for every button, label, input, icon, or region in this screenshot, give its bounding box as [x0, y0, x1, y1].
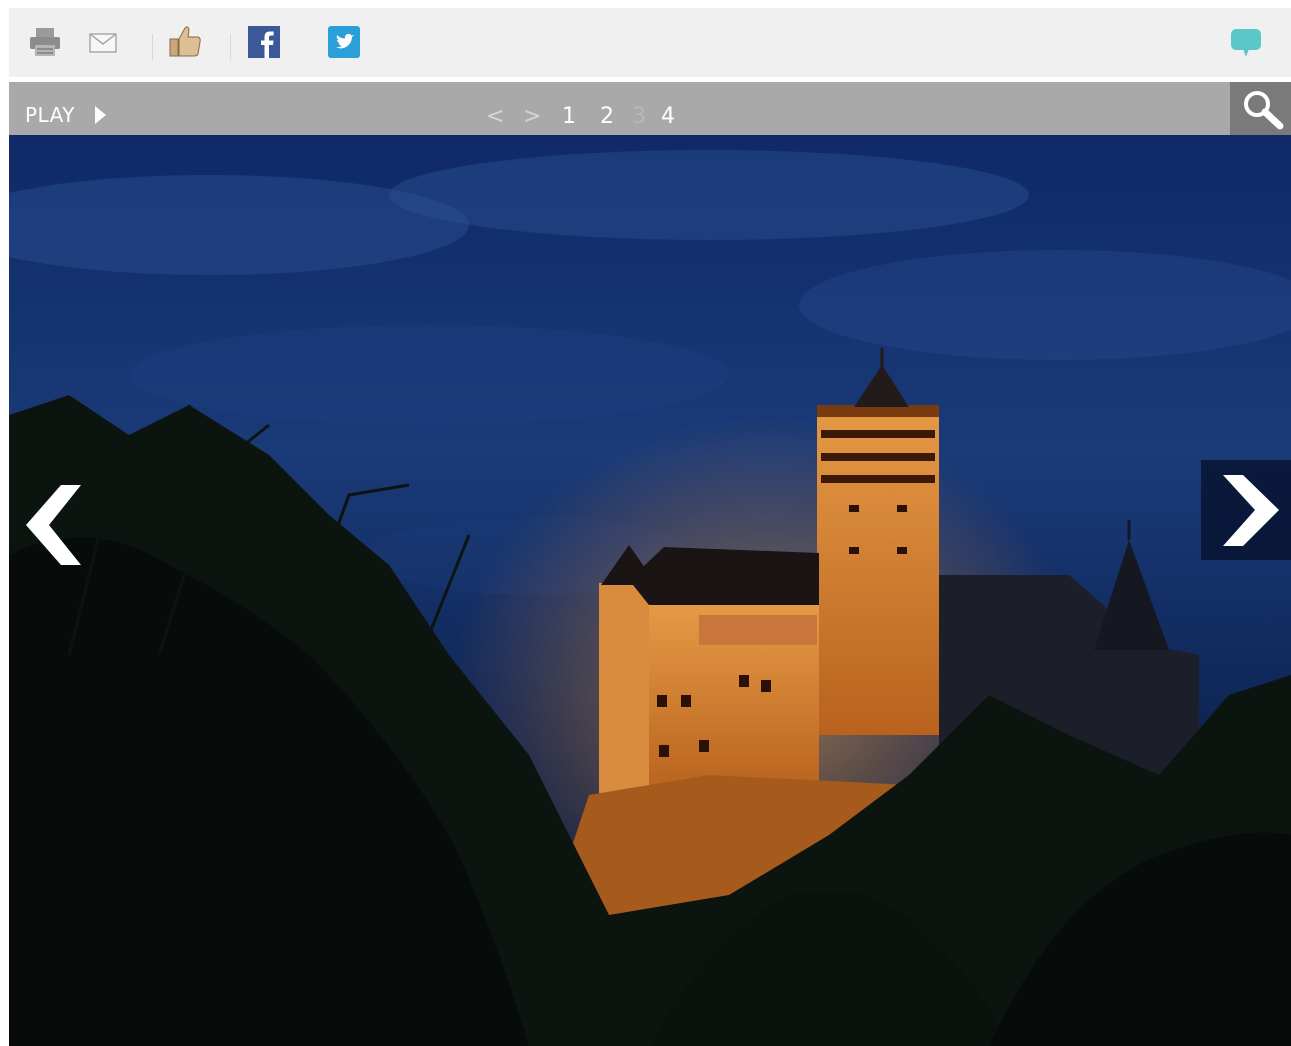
facebook-icon[interactable] [248, 26, 280, 62]
printer-icon[interactable] [28, 26, 62, 62]
next-page-link[interactable]: > [523, 104, 541, 129]
chevron-right-icon [1223, 475, 1279, 546]
page-link-1[interactable]: 1 [562, 104, 576, 129]
castle-photo [9, 135, 1291, 1046]
play-button[interactable]: PLAY [25, 103, 107, 127]
page-link-4[interactable]: 4 [661, 104, 675, 129]
mail-icon[interactable] [89, 33, 117, 57]
comment-icon[interactable] [1230, 28, 1262, 62]
separator [230, 34, 231, 60]
search-icon [1244, 91, 1284, 130]
chevron-left-icon [26, 485, 81, 565]
thumbs-up-icon[interactable] [167, 24, 203, 62]
play-label: PLAY [25, 103, 76, 127]
share-toolbar [9, 8, 1291, 77]
slideshow-controls: PLAY < > 1 2 3 4 [9, 82, 1291, 135]
search-button[interactable] [1230, 82, 1291, 135]
play-icon [95, 106, 107, 124]
previous-slide-button[interactable] [9, 475, 102, 575]
prev-page-link[interactable]: < [486, 104, 504, 129]
slideshow-photo [9, 135, 1291, 1046]
next-slide-button[interactable] [1201, 460, 1291, 560]
separator [152, 34, 153, 60]
twitter-icon[interactable] [328, 26, 360, 62]
page-link-2[interactable]: 2 [600, 104, 614, 129]
page-link-3[interactable]: 3 [632, 104, 646, 129]
